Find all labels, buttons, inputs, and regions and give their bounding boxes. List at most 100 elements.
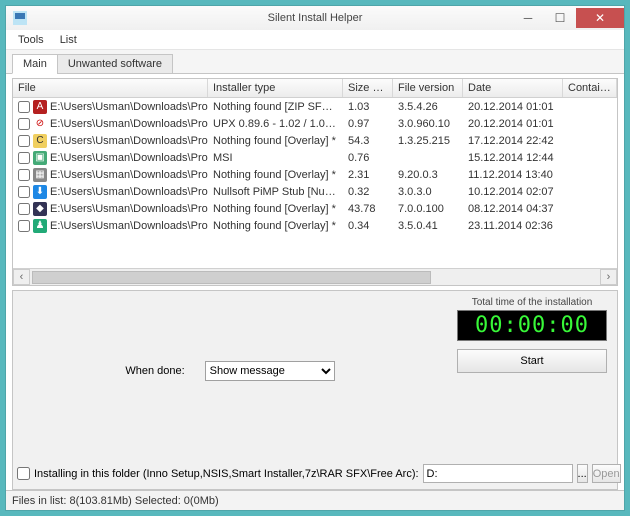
unwanted-cell	[563, 140, 617, 142]
file-version: 1.3.25.215	[393, 134, 463, 148]
file-icon: ▣	[33, 151, 47, 165]
size-mb: 54.3	[343, 134, 393, 148]
file-version: 3.5.0.41	[393, 219, 463, 233]
file-icon: ▦	[33, 168, 47, 182]
col-file[interactable]: File	[13, 79, 208, 97]
file-path: E:\Users\Usman\Downloads\Progra...	[50, 135, 208, 147]
col-size[interactable]: Size Mb	[343, 79, 393, 97]
file-date: 17.12.2014 22:42	[463, 134, 563, 148]
table-row[interactable]: AE:\Users\Usman\Downloads\Progra...Nothi…	[13, 98, 617, 115]
install-folder-label: Installing in this folder (Inno Setup,NS…	[34, 468, 419, 480]
col-file-version[interactable]: File version	[393, 79, 463, 97]
row-checkbox[interactable]	[18, 169, 30, 181]
file-date: 20.12.2014 01:01	[463, 100, 563, 114]
table-row[interactable]: ◆E:\Users\Usman\Downloads\Progra...Nothi…	[13, 200, 617, 217]
file-icon: ♟	[33, 219, 47, 233]
size-mb: 43.78	[343, 202, 393, 216]
file-date: 20.12.2014 01:01	[463, 117, 563, 131]
installer-type: MSI	[208, 151, 343, 165]
installer-type: UPX 0.89.6 - 1.02 / 1.05 -...	[208, 117, 343, 131]
installer-type: Nothing found [Overlay] *	[208, 134, 343, 148]
row-checkbox[interactable]	[18, 118, 30, 130]
browse-button[interactable]: ...	[577, 464, 588, 483]
minimize-button[interactable]: ─	[512, 8, 544, 28]
row-checkbox[interactable]	[18, 186, 30, 198]
table-row[interactable]: ⬇E:\Users\Usman\Downloads\Progra...Nulls…	[13, 183, 617, 200]
status-text: Files in list: 8(103.81Mb) Selected: 0(0…	[12, 495, 219, 507]
app-icon	[11, 9, 29, 27]
file-list: File Installer type Size Mb File version…	[12, 78, 618, 286]
unwanted-cell	[563, 123, 617, 125]
file-version: 9.20.0.3	[393, 168, 463, 182]
when-done-label: When done:	[125, 365, 184, 377]
table-row[interactable]: ⊘E:\Users\Usman\Downloads\Progra...UPX 0…	[13, 115, 617, 132]
table-row[interactable]: CE:\Users\Usman\Downloads\Progra...Nothi…	[13, 132, 617, 149]
table-row[interactable]: ♟E:\Users\Usman\Downloads\Progra...Nothi…	[13, 217, 617, 234]
unwanted-cell	[563, 225, 617, 227]
size-mb: 1.03	[343, 100, 393, 114]
file-date: 08.12.2014 04:37	[463, 202, 563, 216]
tab-unwanted[interactable]: Unwanted software	[57, 54, 173, 74]
menu-tools[interactable]: Tools	[10, 32, 52, 48]
file-path: E:\Users\Usman\Downloads\Progra...	[50, 169, 208, 181]
file-date: 23.11.2014 02:36	[463, 219, 563, 233]
row-checkbox[interactable]	[18, 152, 30, 164]
size-mb: 0.97	[343, 117, 393, 131]
row-checkbox[interactable]	[18, 101, 30, 113]
installer-type: Nullsoft PiMP Stub [Null...	[208, 185, 343, 199]
installer-type: Nothing found [ZIP SFX] *	[208, 100, 343, 114]
row-checkbox[interactable]	[18, 135, 30, 147]
col-date[interactable]: Date	[463, 79, 563, 97]
horizontal-scrollbar[interactable]: ‹ ›	[13, 268, 617, 285]
file-version: 3.0.3.0	[393, 185, 463, 199]
unwanted-cell	[563, 157, 617, 159]
file-icon: C	[33, 134, 47, 148]
file-icon: ⬇	[33, 185, 47, 199]
file-icon: ⊘	[33, 117, 47, 131]
scroll-left-icon[interactable]: ‹	[13, 269, 30, 285]
close-button[interactable]: ✕	[576, 8, 624, 28]
size-mb: 0.32	[343, 185, 393, 199]
installer-type: Nothing found [Overlay] *	[208, 219, 343, 233]
file-path: E:\Users\Usman\Downloads\Progra...	[50, 203, 208, 215]
file-icon: A	[33, 100, 47, 114]
installer-type: Nothing found [Overlay] *	[208, 168, 343, 182]
file-version: 3.0.960.10	[393, 117, 463, 131]
size-mb: 0.34	[343, 219, 393, 233]
row-checkbox[interactable]	[18, 220, 30, 232]
file-date: 10.12.2014 02:07	[463, 185, 563, 199]
maximize-button[interactable]: ☐	[544, 8, 576, 28]
file-path: E:\Users\Usman\Downloads\Progra...	[50, 152, 208, 164]
scroll-right-icon[interactable]: ›	[600, 269, 617, 285]
table-row[interactable]: ▣E:\Users\Usman\Downloads\Progra...MSI0.…	[13, 149, 617, 166]
file-icon: ◆	[33, 202, 47, 216]
file-date: 11.12.2014 13:40	[463, 168, 563, 182]
menu-list[interactable]: List	[52, 32, 85, 48]
tab-main[interactable]: Main	[12, 54, 58, 74]
file-date: 15.12.2014 12:44	[463, 151, 563, 165]
file-path: E:\Users\Usman\Downloads\Progra...	[50, 186, 208, 198]
install-folder-checkbox[interactable]	[17, 467, 30, 480]
open-button[interactable]: Open	[592, 464, 621, 483]
file-path: E:\Users\Usman\Downloads\Progra...	[50, 118, 208, 130]
file-version: 3.5.4.26	[393, 100, 463, 114]
row-checkbox[interactable]	[18, 203, 30, 215]
col-installer-type[interactable]: Installer type	[208, 79, 343, 97]
file-path: E:\Users\Usman\Downloads\Progra...	[50, 220, 208, 232]
unwanted-cell	[563, 174, 617, 176]
unwanted-cell	[563, 208, 617, 210]
file-version	[393, 157, 463, 159]
installer-type: Nothing found [Overlay] *	[208, 202, 343, 216]
size-mb: 0.76	[343, 151, 393, 165]
timer-label: Total time of the installation	[457, 297, 607, 308]
table-row[interactable]: ▦E:\Users\Usman\Downloads\Progra...Nothi…	[13, 166, 617, 183]
start-button[interactable]: Start	[457, 349, 607, 373]
scroll-thumb[interactable]	[32, 271, 431, 284]
when-done-select[interactable]: Show message	[205, 361, 335, 381]
unwanted-cell	[563, 106, 617, 108]
install-path-input[interactable]	[423, 464, 573, 483]
size-mb: 2.31	[343, 168, 393, 182]
timer-display: 00:00:00	[457, 310, 607, 341]
col-unwanted[interactable]: Contains unwanted s	[563, 79, 617, 97]
file-version: 7.0.0.100	[393, 202, 463, 216]
